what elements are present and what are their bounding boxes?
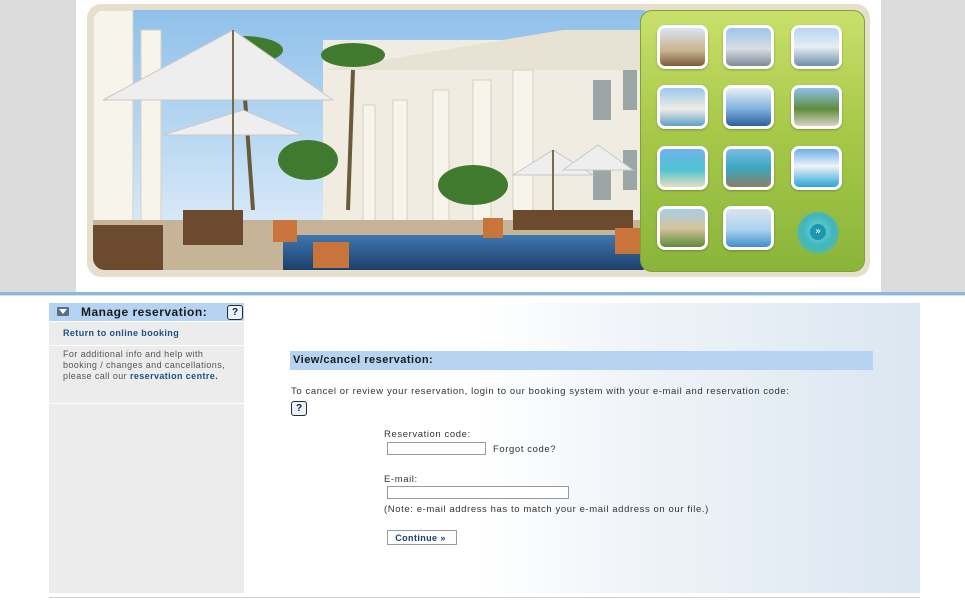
sidebar: Manage reservation: ? Return to online b… [49, 303, 244, 593]
hotel-pool-photo-icon[interactable] [657, 25, 708, 69]
sidebar-divider [49, 345, 244, 346]
rocky-coast-photo-icon[interactable] [723, 146, 774, 190]
form-help-button[interactable]: ? [291, 401, 307, 416]
lifebuoy-photo-icon[interactable] [723, 85, 774, 129]
sidebar-divider [49, 403, 244, 404]
reservation-code-input[interactable] [387, 442, 486, 455]
chevron-right-icon: » [810, 224, 826, 240]
resort-pool-photo-icon[interactable] [791, 146, 842, 190]
poolside-photo-icon[interactable] [723, 206, 774, 250]
intro-text: To cancel or review your reservation, lo… [291, 386, 790, 397]
sidebar-header[interactable]: Manage reservation: ? [49, 303, 244, 322]
garden-villa-photo-icon[interactable] [657, 206, 708, 250]
sidebar-info: For additional info and help with bookin… [63, 349, 238, 382]
bridge-photo-icon[interactable] [791, 25, 842, 69]
sidebar-title: Manage reservation: [81, 305, 208, 319]
forgot-code-link[interactable]: Forgot code? [493, 444, 556, 455]
collapse-arrow-icon[interactable] [57, 307, 69, 316]
email-note: (Note: e-mail address has to match your … [384, 504, 709, 515]
hotel-building-photo-icon[interactable] [657, 85, 708, 129]
reservation-centre-link[interactable]: reservation centre. [130, 371, 218, 381]
return-to-booking-link[interactable]: Return to online booking [63, 328, 179, 338]
reservation-code-label: Reservation code: [384, 429, 471, 440]
panel-header: View/cancel reservation: [290, 351, 873, 370]
main-content [244, 303, 920, 593]
banner-divider-light [0, 295, 965, 296]
sidebar-help-button[interactable]: ? [227, 305, 243, 320]
hero-photo [93, 10, 653, 270]
email-label: E-mail: [384, 474, 418, 485]
city-tower-photo-icon[interactable] [723, 25, 774, 69]
footer-divider [49, 597, 920, 598]
continue-button[interactable]: Continue » [387, 530, 457, 545]
panel-title: View/cancel reservation: [293, 354, 434, 366]
sea-beach-photo-icon[interactable] [657, 146, 708, 190]
email-input[interactable] [387, 486, 569, 499]
gallery-next-button[interactable]: » [797, 212, 839, 254]
palm-resort-photo-icon[interactable] [791, 85, 842, 129]
